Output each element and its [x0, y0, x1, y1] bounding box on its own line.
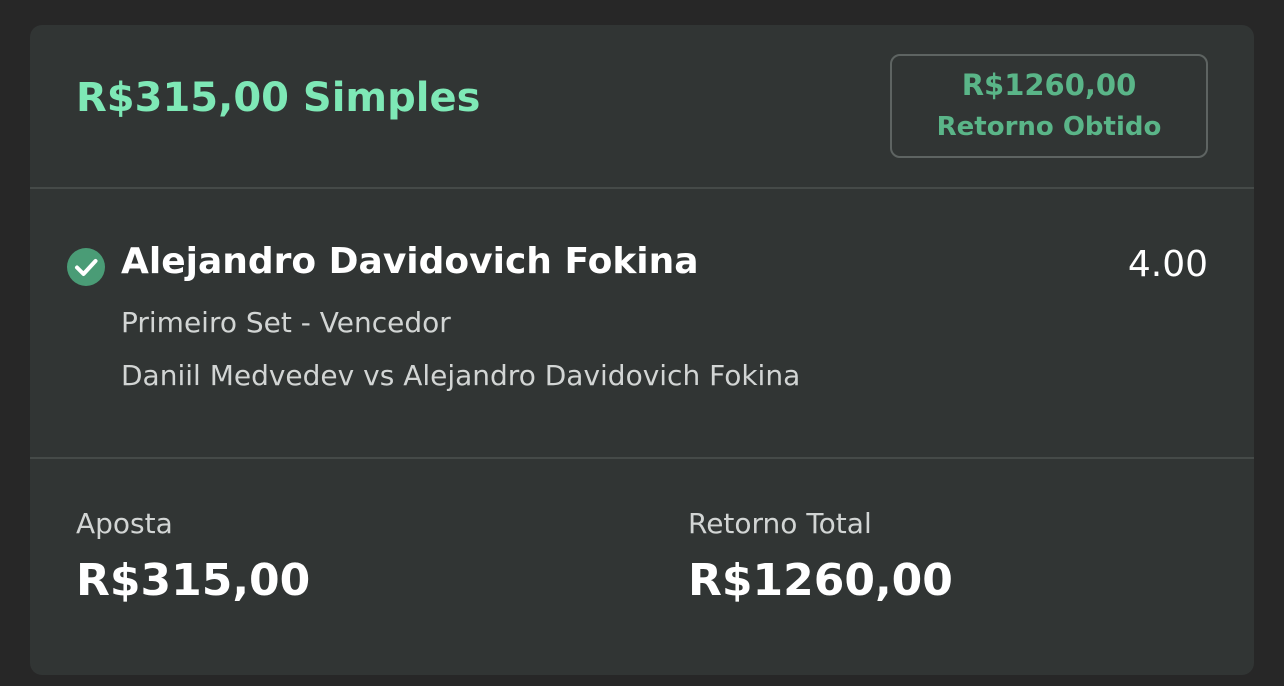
bet-title: R$315,00 Simples: [76, 75, 481, 121]
bet-summary: Aposta R$315,00 Retorno Total R$1260,00: [30, 459, 1254, 675]
bet-header: R$315,00 Simples R$1260,00 Retorno Obtid…: [30, 25, 1254, 189]
selection-row: Alejandro Davidovich Fokina 4.00 Primeir…: [30, 189, 1254, 459]
return-obtained-badge: R$1260,00 Retorno Obtido: [890, 54, 1208, 158]
market-name: Primeiro Set - Vencedor: [121, 306, 451, 339]
check-circle-icon: [67, 248, 105, 286]
selection-odds: 4.00: [1127, 244, 1208, 285]
total-return-value: R$1260,00: [688, 555, 953, 606]
event-name: Daniil Medvedev vs Alejandro Davidovich …: [121, 359, 801, 392]
return-obtained-label: Retorno Obtido: [936, 112, 1162, 142]
stake-value: R$315,00: [76, 555, 311, 606]
selection-name: Alejandro Davidovich Fokina: [121, 241, 699, 282]
return-obtained-amount: R$1260,00: [961, 68, 1137, 102]
total-return-label: Retorno Total: [688, 507, 872, 540]
stake-label: Aposta: [76, 507, 173, 540]
bet-card: R$315,00 Simples R$1260,00 Retorno Obtid…: [30, 25, 1254, 675]
